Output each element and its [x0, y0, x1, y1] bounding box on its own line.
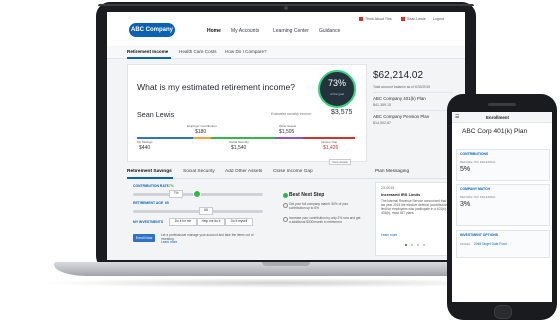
- divider: [373, 92, 453, 93]
- tab-retirement-savings[interactable]: Retirement Savings: [127, 169, 172, 174]
- other-assets-bar: [275, 137, 303, 139]
- enroll-now-button[interactable]: Enroll Now: [133, 234, 155, 242]
- contribution-rate-label: CONTRIBUTION RATE: [133, 184, 169, 188]
- retirement-age-label: RETIREMENT AGE: [133, 201, 164, 205]
- home-button[interactable]: [494, 305, 512, 319]
- social-security-label[interactable]: Social Security: [229, 140, 249, 144]
- estimated-label: Estimated monthly income:: [271, 112, 312, 116]
- my-savings-label[interactable]: My Savings: [137, 140, 153, 144]
- employer-bar: [193, 137, 211, 139]
- estimated-value: $3,575: [331, 109, 353, 116]
- message-body: The Internal Revenue Service announced t…: [381, 199, 451, 215]
- gauge-percent: 73%: [327, 78, 346, 88]
- plan-pension-value: $14,902.87: [373, 121, 391, 125]
- contribution-rate-readout: 7%: [169, 184, 174, 188]
- option-do-it-myself[interactable]: Do it myself: [225, 218, 253, 226]
- check-icon: [283, 193, 288, 198]
- employer-contribution-value: $180: [195, 129, 207, 135]
- other-assets-label[interactable]: Other Assets: [279, 124, 296, 128]
- user-icon: [401, 17, 405, 21]
- other-assets-value: $1,505: [279, 129, 295, 135]
- phone-speaker: [488, 103, 516, 106]
- nav-my-accounts[interactable]: My Accounts: [231, 28, 259, 34]
- radio-icon[interactable]: [283, 217, 288, 222]
- option-help-me[interactable]: Help me do it: [197, 218, 225, 226]
- message-learn-more-link[interactable]: Learn more: [381, 233, 397, 237]
- tab-how-do-i-compare[interactable]: How Do I Compare?: [225, 49, 267, 54]
- active-tab-indicator: [127, 57, 171, 59]
- option-do-it-for-me[interactable]: Do it for me: [169, 218, 197, 226]
- my-savings-value: $440: [139, 145, 151, 151]
- divider: [373, 110, 453, 111]
- user-name: Sean Lewis: [137, 110, 175, 119]
- tab-close-income-gap[interactable]: Close Income Gap: [273, 169, 313, 174]
- nav-learning-center[interactable]: Learning Center: [273, 28, 309, 34]
- investments-label: MY INVESTMENTS: [133, 220, 164, 224]
- phone-investment-sub: MODEL: [460, 242, 471, 246]
- tip-item: Get your full company match: 50% of your…: [289, 202, 349, 210]
- phone-investment-value[interactable]: 2045 Target Date Fund: [474, 242, 507, 246]
- phone-plan-title: ABC Corp 401(k) Plan: [462, 128, 528, 135]
- nav-guidance[interactable]: Guidance: [319, 28, 340, 34]
- plan-401k-value: $41,389.15: [373, 103, 391, 107]
- contribution-rate-value[interactable]: 7%: [169, 190, 183, 198]
- social-security-value: $1,540: [231, 145, 247, 151]
- carousel-dot[interactable]: [411, 244, 413, 246]
- tab-retirement-income[interactable]: Retirement Income: [127, 49, 168, 54]
- company-logo[interactable]: ABC Company: [129, 23, 175, 37]
- tab-health-care-costs[interactable]: Health Care Costs: [179, 49, 217, 54]
- active-tab-indicator: [127, 177, 173, 179]
- nav-home[interactable]: Home: [207, 28, 221, 34]
- help-learn-more-link[interactable]: Learn more: [161, 240, 177, 244]
- alert-icon: [359, 17, 363, 21]
- total-balance: $62,214.02: [373, 70, 424, 81]
- laptop-screen: ABC Company Home My Accounts Learning Ce…: [107, 12, 465, 260]
- gauge-sublabel: of the goal: [329, 92, 344, 96]
- income-gap-label[interactable]: Income Gap: [321, 140, 337, 144]
- logout-link[interactable]: Logout: [433, 17, 444, 21]
- income-question: What is my estimated retirement income?: [137, 82, 296, 92]
- plan-401k-name[interactable]: ABC Company 401(k) Plan: [373, 96, 426, 101]
- my-savings-bar: [137, 137, 193, 139]
- message-date: 2/1/2015: [381, 186, 395, 190]
- phone-match-sub: BEFORE-TAX DEFERRAL: [460, 195, 496, 199]
- tab-social-security[interactable]: Social Security: [183, 169, 215, 174]
- laptop-shadow: [40, 278, 510, 288]
- tab-add-other-assets[interactable]: Add Other Assets: [225, 169, 262, 174]
- contribution-slider-handle[interactable]: [193, 190, 201, 198]
- phone-header-title: Enrollment: [486, 115, 509, 120]
- phone-contributions-sub: BEFORE-TAX DEFERRAL: [460, 160, 496, 164]
- message-heading: Increased IRS Limits: [381, 192, 421, 197]
- laptop-notch: [262, 262, 310, 266]
- phone-contributions-label: CONTRIBUTIONS: [460, 152, 489, 156]
- income-gap-bar: [303, 137, 355, 139]
- phone-contributions-value: 5%: [460, 166, 471, 173]
- think-about-this-link[interactable]: Think About This: [365, 17, 392, 21]
- carousel-dot[interactable]: [423, 244, 425, 246]
- tip-item: Increase your contribution by only 2% no…: [289, 216, 361, 224]
- phone-investment-label: INVESTMENT OPTIONS: [460, 233, 499, 237]
- retirement-age-readout: 65: [165, 201, 169, 205]
- radio-icon[interactable]: [283, 203, 288, 208]
- retirement-age-slider[interactable]: [133, 210, 263, 213]
- phone-match-label: COMPANY MATCH: [460, 187, 490, 191]
- total-balance-label: Total account balance as of 6/30/2015: [373, 85, 431, 89]
- income-gap-value: $1,426: [323, 145, 339, 151]
- view-details-button[interactable]: View details: [329, 159, 351, 165]
- phone-match-value: 3%: [460, 201, 471, 208]
- camera-icon: [284, 6, 288, 10]
- plan-pension-name[interactable]: ABC Company Pension Plan: [373, 114, 429, 119]
- plan-messaging-title: Plan Messaging: [375, 169, 410, 174]
- carousel-dot[interactable]: [417, 244, 419, 246]
- retirement-age-value[interactable]: 65: [199, 207, 213, 215]
- carousel-dot[interactable]: [405, 244, 407, 246]
- goal-gauge: [318, 70, 356, 108]
- user-name-link[interactable]: Sean Lewis: [407, 17, 426, 21]
- menu-icon[interactable]: ☰: [455, 114, 459, 120]
- employer-contribution-label[interactable]: Employer Contribution: [187, 124, 217, 128]
- social-security-bar: [211, 137, 275, 139]
- best-next-step: Best Next Step: [289, 192, 325, 198]
